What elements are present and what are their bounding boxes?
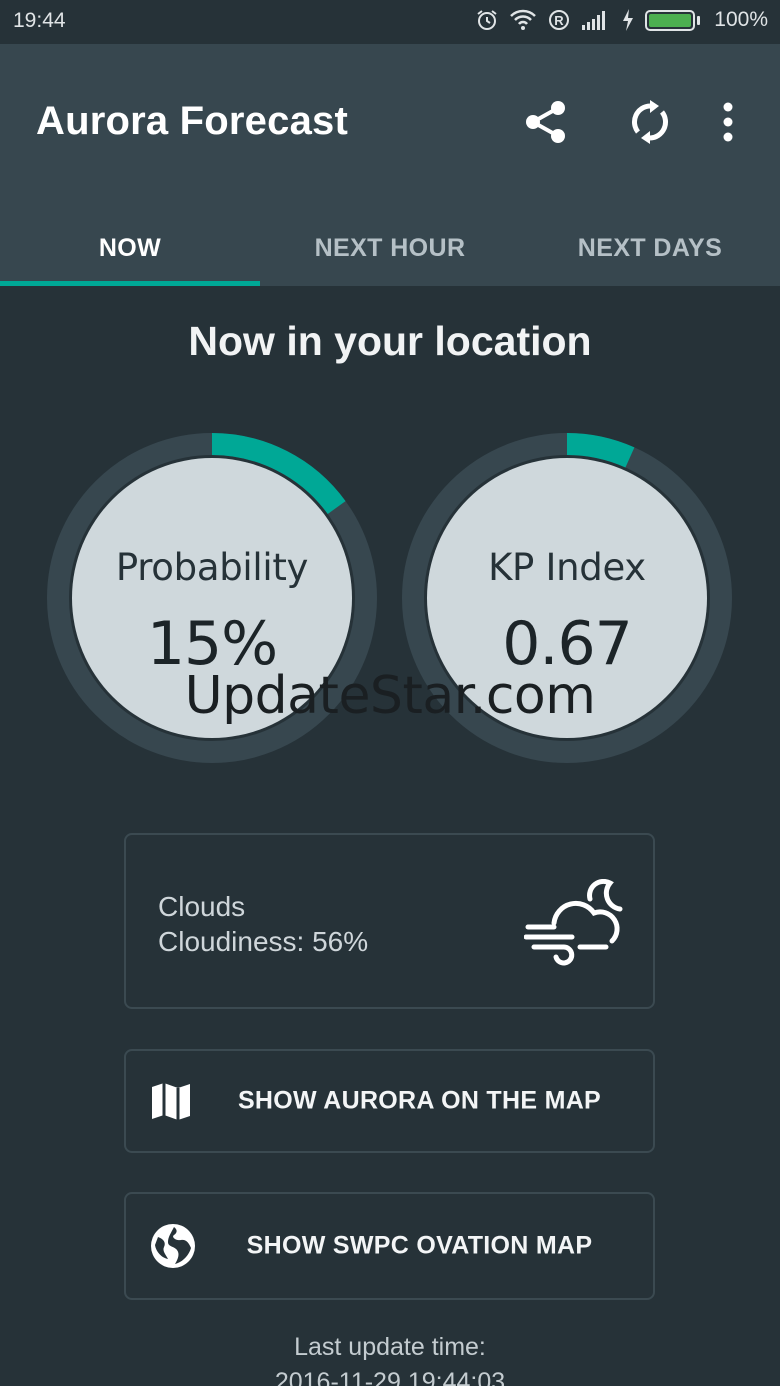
- app-title: Aurora Forecast: [36, 99, 348, 143]
- tab-bar: NOW NEXT HOUR NEXT DAYS: [0, 210, 780, 286]
- battery-icon: [645, 9, 701, 31]
- refresh-button[interactable]: [624, 96, 676, 148]
- windy-cloud-icon: [524, 879, 623, 966]
- charging-icon: [621, 8, 635, 32]
- status-icons: R 100%: [475, 8, 768, 32]
- more-options-button[interactable]: [702, 96, 754, 148]
- kp-index-label: KP Index: [488, 546, 646, 589]
- kp-index-gauge: KP Index 0.67: [402, 433, 732, 763]
- kp-gauge-face: [427, 458, 707, 738]
- clouds-title: Clouds: [158, 891, 246, 922]
- tab-next-days[interactable]: NEXT DAYS: [520, 210, 780, 286]
- alarm-icon: [475, 8, 499, 32]
- tab-now[interactable]: NOW: [0, 210, 260, 286]
- battery-percent: 100%: [714, 8, 768, 31]
- share-button[interactable]: [520, 96, 572, 148]
- signal-icon: [581, 9, 611, 31]
- more-vert-icon: [723, 102, 733, 142]
- probability-gauge: Probability 15%: [47, 433, 377, 763]
- share-icon: [526, 101, 565, 143]
- last-update-value: 2016-11-29 19:44:03: [274, 1368, 506, 1386]
- cloudiness-value: Cloudiness: 56%: [158, 926, 369, 957]
- show-swpc-ovation-map-button[interactable]: SHOW SWPC OVATION MAP: [124, 1192, 655, 1300]
- show-aurora-map-button[interactable]: SHOW AURORA ON THE MAP: [124, 1049, 655, 1153]
- registered-icon: R: [547, 8, 571, 32]
- app-bar: Aurora Forecast NOW NEXT HOUR NEXT DAYS: [0, 44, 780, 286]
- refresh-icon: [632, 100, 668, 144]
- probability-value: 15%: [146, 609, 278, 679]
- last-update-label: Last update time:: [294, 1333, 486, 1361]
- clouds-card: Clouds Cloudiness: 56%: [124, 833, 655, 1009]
- tab-next-hour[interactable]: NEXT HOUR: [260, 210, 520, 286]
- status-bar: 19:44 R 100%: [0, 0, 780, 44]
- show-aurora-map-label: SHOW AURORA ON THE MAP: [237, 1086, 602, 1115]
- battery-fill: [649, 13, 692, 27]
- section-title: Now in your location: [188, 318, 592, 364]
- probability-label: Probability: [115, 546, 309, 589]
- show-swpc-ovation-map-label: SHOW SWPC OVATION MAP: [246, 1231, 593, 1260]
- tab-indicator: [0, 281, 260, 286]
- probability-gauge-face: [72, 458, 352, 738]
- wifi-icon: [509, 8, 537, 32]
- status-time: 19:44: [13, 9, 66, 32]
- kp-index-value: 0.67: [502, 609, 633, 679]
- svg-text:R: R: [555, 13, 565, 28]
